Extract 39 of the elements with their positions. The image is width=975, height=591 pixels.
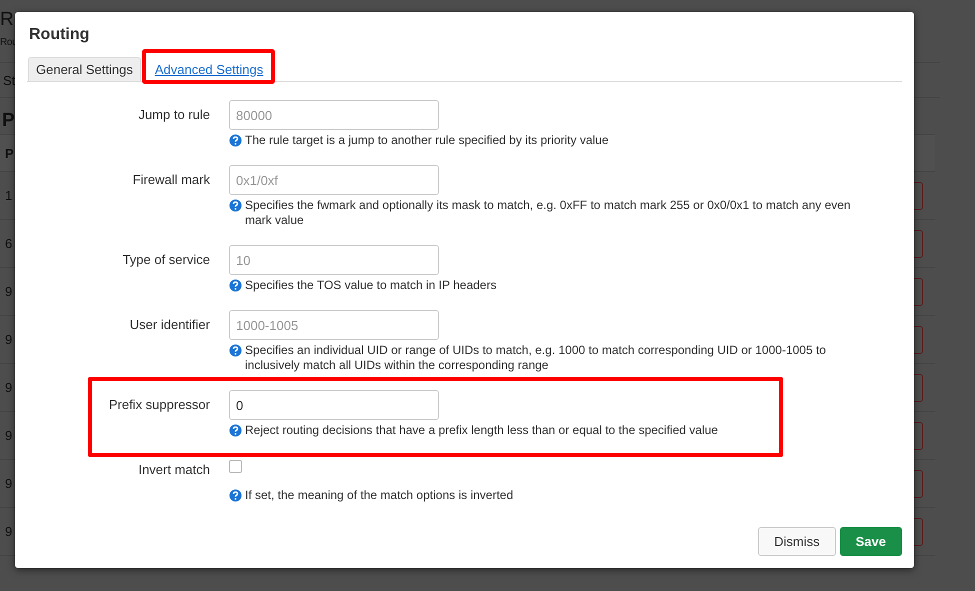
help-text: Reject routing decisions that have a prefix length less than or equal to the specified value xyxy=(245,423,718,438)
table-cell-text: 9 xyxy=(4,428,12,443)
table-cell-text: 9 xyxy=(4,284,12,299)
table-cell-text: 9 xyxy=(4,332,12,347)
table-cell-text: 6 xyxy=(4,236,12,251)
help-text: Specifies the fwmark and optionally its mask to match, e.g. 0xFF to match mark 255 or 0x0/0x1 to match any even mark value xyxy=(245,198,852,228)
help-icon xyxy=(229,424,242,437)
field-label: User identifier xyxy=(128,316,210,334)
field-label: Invert match xyxy=(137,461,210,479)
field-label: Firewall mark xyxy=(132,171,210,189)
input-field[interactable]: 0 xyxy=(229,390,439,420)
table-cell-text: 9 xyxy=(4,524,12,539)
input-field[interactable]: 0x1/0xf xyxy=(229,165,439,195)
input-field[interactable]: 10 xyxy=(229,245,439,275)
table-cell-text: 9 xyxy=(4,476,12,491)
help-text: Specifies the TOS value to match in IP headers xyxy=(245,278,496,293)
tab[interactable]: General Settings xyxy=(28,57,141,81)
help-icon xyxy=(229,344,242,357)
field-label: Type of service xyxy=(122,251,210,269)
table-cell-text: 9 xyxy=(4,380,12,395)
help-text: The rule target is a jump to another rule specified by its priority value xyxy=(245,133,609,148)
column-header: P xyxy=(4,146,14,160)
page-heading: R xyxy=(0,8,14,32)
field-label: Prefix suppressor xyxy=(108,396,210,414)
table-cell-text: 1 xyxy=(4,188,12,203)
save-button[interactable]: Save xyxy=(840,527,902,556)
field-label: Jump to rule xyxy=(137,106,210,124)
dismiss-button[interactable]: Dismiss xyxy=(758,527,836,556)
help-icon xyxy=(229,134,242,147)
help-icon xyxy=(229,279,242,292)
help-text: Specifies an individual UID or range of UIDs to match, e.g. 1000 to match corresponding UID or 1000-1005 to inclusively match all UIDs within the corresponding range xyxy=(245,343,827,373)
help-icon xyxy=(229,199,242,212)
help-icon xyxy=(229,489,242,502)
section-heading: P xyxy=(2,110,15,131)
dialog-title: Routing xyxy=(29,26,90,44)
checkbox[interactable] xyxy=(229,460,242,472)
help-text: If set, the meaning of the match options is inverted xyxy=(245,488,514,503)
input-field[interactable]: 80000 xyxy=(229,100,439,130)
input-field[interactable]: 1000-1005 xyxy=(229,310,439,340)
